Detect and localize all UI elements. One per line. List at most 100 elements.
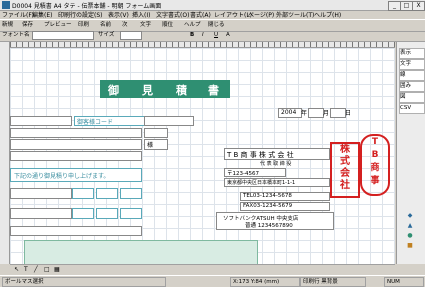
day-field[interactable]: [330, 108, 346, 118]
new-button[interactable]: 新規: [2, 21, 13, 29]
italic-button[interactable]: I: [202, 31, 204, 39]
customer-code-box[interactable]: 御客様コード: [74, 116, 146, 126]
address: 東京都中央区日本橋本町1-1-1: [227, 180, 296, 186]
menu-text-format[interactable]: 文字書式(O): [156, 10, 189, 19]
underline-button[interactable]: U: [214, 31, 218, 39]
customer-code-value[interactable]: [144, 116, 194, 126]
text-color-button[interactable]: A: [226, 31, 230, 39]
menu-file[interactable]: ファイル(F): [2, 10, 34, 19]
tel-box[interactable]: TEL03-1234-5678: [240, 192, 330, 201]
amount-cell-2[interactable]: [96, 188, 118, 199]
amount-label-field[interactable]: [10, 188, 72, 199]
fax: FAX03-1234-5679: [243, 203, 293, 209]
company-name: T B 商 事 株 式 会 社: [227, 151, 294, 159]
customer-code-label: 御客様コード: [77, 119, 114, 126]
detail-table-header[interactable]: [24, 240, 258, 264]
text-tool-icon[interactable]: T: [24, 266, 28, 273]
font-size-label: サイズ: [98, 32, 115, 38]
drawing-toolbar: ↖ T ╱ □ ▦: [10, 264, 395, 275]
document-title-banner: 御 見 積 書: [100, 80, 230, 98]
postal-box[interactable]: 〒123-4567: [224, 168, 286, 177]
panel-tool-icon-3[interactable]: ●: [406, 232, 414, 239]
arrow-tool-icon[interactable]: ↖: [14, 266, 19, 273]
bold-button[interactable]: B: [190, 31, 194, 39]
address-box[interactable]: 東京都中央区日本橋本町1-1-1: [224, 178, 330, 187]
status-bar: ボールマス選択 X:173 Y:84 (mm) 印刷行 黒背景 NUM: [0, 275, 425, 287]
customer-name-extra[interactable]: [144, 128, 168, 138]
menu-layout[interactable]: レイアウト(L): [214, 10, 252, 19]
amount-cell-3[interactable]: [120, 188, 142, 199]
font-name-select[interactable]: [32, 31, 94, 40]
company-seal-round: T B 商 事: [360, 134, 390, 196]
panel-view[interactable]: 表示: [399, 48, 425, 59]
form-canvas[interactable]: 御 見 積 書 2004 年 月 日 御客様コード 様 下記の通り御見積り申し上…: [10, 48, 395, 264]
menu-page[interactable]: ページ(P): [248, 10, 274, 19]
menu-tools[interactable]: 外部ツール(T): [276, 10, 314, 19]
suffix-box[interactable]: 様: [144, 139, 168, 150]
tax-label-field[interactable]: [10, 208, 72, 219]
panel-tool-icon-1[interactable]: ◆: [406, 212, 414, 219]
title-char-2: 見: [142, 84, 155, 97]
tax-cell-3[interactable]: [120, 208, 142, 219]
year-label: 年: [301, 110, 308, 117]
menu-insert[interactable]: 挿入(I): [132, 10, 150, 19]
account: 普通 1234567890: [245, 223, 293, 229]
title-char-3: 積: [176, 84, 189, 97]
print-button[interactable]: 印刷: [78, 21, 89, 29]
postal-code: 〒123-4567: [227, 171, 259, 177]
menu-bar: ファイル(F) 編集(E) 印刷行の設定(S) 表示(V) 挿入(I) 文字書式…: [0, 10, 425, 19]
title-char-4: 書: [208, 84, 221, 97]
panel-figure[interactable]: 図: [399, 92, 425, 103]
title-char-1: 御: [108, 84, 121, 97]
tax-cell-2[interactable]: [96, 208, 118, 219]
object-panel: 表示 文字 線 囲み 図 CSV ◆ ▲ ● ■: [396, 42, 425, 264]
panel-box[interactable]: 囲み: [399, 81, 425, 92]
customer-name-field-3[interactable]: [10, 151, 142, 161]
menu-help[interactable]: ヘルプ(H): [314, 10, 341, 19]
note-field[interactable]: [10, 226, 142, 236]
tax-cell-1[interactable]: [72, 208, 94, 219]
panel-text[interactable]: 文字: [399, 59, 425, 70]
preview-button[interactable]: プレビュー: [44, 21, 72, 29]
request-text: 下記の通り御見積り申し上げます。: [14, 173, 110, 180]
panel-csv[interactable]: CSV: [399, 103, 425, 114]
line-tool-icon[interactable]: ╱: [34, 266, 38, 273]
help-button[interactable]: ヘルプ: [184, 21, 201, 29]
panel-tool-icon-2[interactable]: ▲: [406, 222, 414, 229]
bank-box[interactable]: ソフトバンクATSUH 中央支店 普通 1234567890: [216, 212, 334, 230]
fax-box[interactable]: FAX03-1234-5679: [240, 202, 330, 211]
month-field[interactable]: [308, 108, 324, 118]
company-seal-square: 株 式 会 社: [330, 142, 360, 198]
order-button[interactable]: 順位: [162, 21, 173, 29]
menu-edit[interactable]: 編集(E): [32, 10, 52, 19]
request-text-box[interactable]: 下記の通り御見積り申し上げます。: [10, 168, 142, 182]
company-name-box[interactable]: T B 商 事 株 式 会 社: [224, 148, 330, 160]
menu-format[interactable]: 書式(A): [190, 10, 211, 19]
font-size-select[interactable]: [120, 31, 142, 40]
suffix-sama: 様: [147, 142, 154, 149]
panel-tool-icon-4[interactable]: ■: [406, 242, 414, 249]
panel-line[interactable]: 線: [399, 70, 425, 81]
text-button[interactable]: 文字: [140, 21, 151, 29]
name-button[interactable]: 名前: [100, 21, 111, 29]
day-label: 日: [345, 110, 352, 117]
close-doc-button[interactable]: 閉じる: [208, 21, 225, 29]
next-button[interactable]: 次: [122, 21, 128, 29]
amount-cell-1[interactable]: [72, 188, 94, 199]
company-sub: 代 表 取 締 役: [260, 161, 292, 167]
customer-code-field[interactable]: [10, 116, 72, 126]
customer-name-field[interactable]: [10, 128, 142, 138]
grid-tool-icon[interactable]: ▦: [54, 266, 60, 273]
rect-tool-icon[interactable]: □: [44, 266, 50, 273]
vertical-ruler: [0, 42, 10, 264]
menu-view[interactable]: 表示(V): [108, 10, 129, 19]
customer-name-field-2[interactable]: [10, 139, 142, 150]
menu-print-row[interactable]: 印刷行の設定(S): [58, 10, 103, 19]
month-label: 月: [323, 110, 330, 117]
format-toolbar: フォント名 サイズ B I U A: [0, 30, 425, 42]
app-icon: [2, 1, 10, 9]
tel: TEL03-1234-5678: [243, 193, 292, 199]
save-button[interactable]: 保存: [22, 21, 33, 29]
year-field[interactable]: 2004: [278, 108, 302, 118]
window-title: D0004 見積書 A4 タテ - 伝票本舗 - 明朝 フォーム画面: [12, 3, 162, 10]
